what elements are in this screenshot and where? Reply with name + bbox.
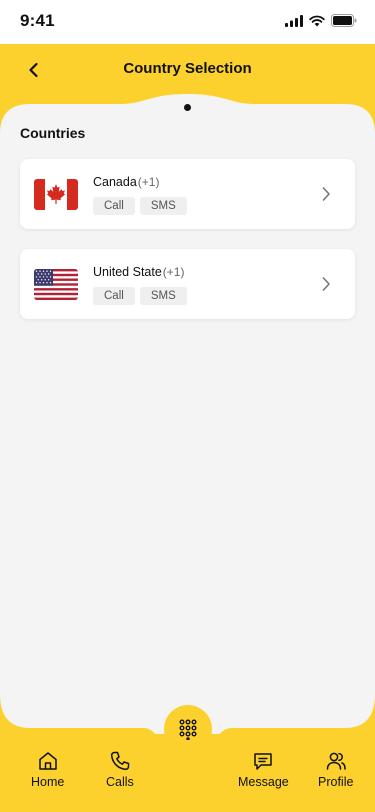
page-title: Country Selection xyxy=(123,60,252,77)
chevron-right-icon xyxy=(322,187,330,201)
tab-calls[interactable]: Calls xyxy=(106,750,134,789)
message-icon xyxy=(254,753,273,770)
tab-label: Profile xyxy=(318,775,354,789)
dial-code: (+1) xyxy=(137,175,160,189)
tab-label: Home xyxy=(31,775,65,789)
sms-tag: SMS xyxy=(139,197,187,215)
country-list: Canada(+1) Call SMS United State(+1) Cal… xyxy=(20,159,355,339)
chevron-right-icon xyxy=(322,277,330,291)
status-bar: 9:41 xyxy=(0,0,375,44)
battery-icon xyxy=(331,14,357,27)
dialpad-icon xyxy=(179,719,197,740)
tab-label: Message xyxy=(238,775,289,789)
status-time: 9:41 xyxy=(20,11,55,30)
phone-icon xyxy=(110,751,130,771)
sms-tag: SMS xyxy=(139,287,187,305)
tab-label: Calls xyxy=(106,775,134,789)
tab-home[interactable]: Home xyxy=(31,750,64,789)
call-tag: Call xyxy=(93,197,135,215)
status-icons xyxy=(285,14,357,27)
country-name: Canada(+1) xyxy=(93,175,159,189)
users-icon xyxy=(326,752,346,770)
country-name: United State(+1) xyxy=(93,265,184,279)
country-item-united-state[interactable]: United State(+1) Call SMS xyxy=(20,249,355,319)
section-title: Countries xyxy=(20,125,86,141)
tab-bar: Home Calls Message Profile xyxy=(0,740,375,812)
tab-profile[interactable]: Profile xyxy=(318,750,353,789)
tab-message[interactable]: Message xyxy=(238,750,289,789)
signal-icon xyxy=(285,14,303,27)
home-icon xyxy=(38,752,57,770)
tag-row: Call SMS xyxy=(93,287,187,305)
call-tag: Call xyxy=(93,287,135,305)
country-name-label: Canada xyxy=(93,175,137,189)
canada-flag-icon xyxy=(34,179,78,210)
notch-indicator xyxy=(184,104,191,111)
tag-row: Call SMS xyxy=(93,197,187,215)
usa-flag-icon xyxy=(34,269,78,300)
country-item-canada[interactable]: Canada(+1) Call SMS xyxy=(20,159,355,229)
wifi-icon xyxy=(309,15,325,26)
dial-code: (+1) xyxy=(162,265,185,279)
country-name-label: United State xyxy=(93,265,162,279)
